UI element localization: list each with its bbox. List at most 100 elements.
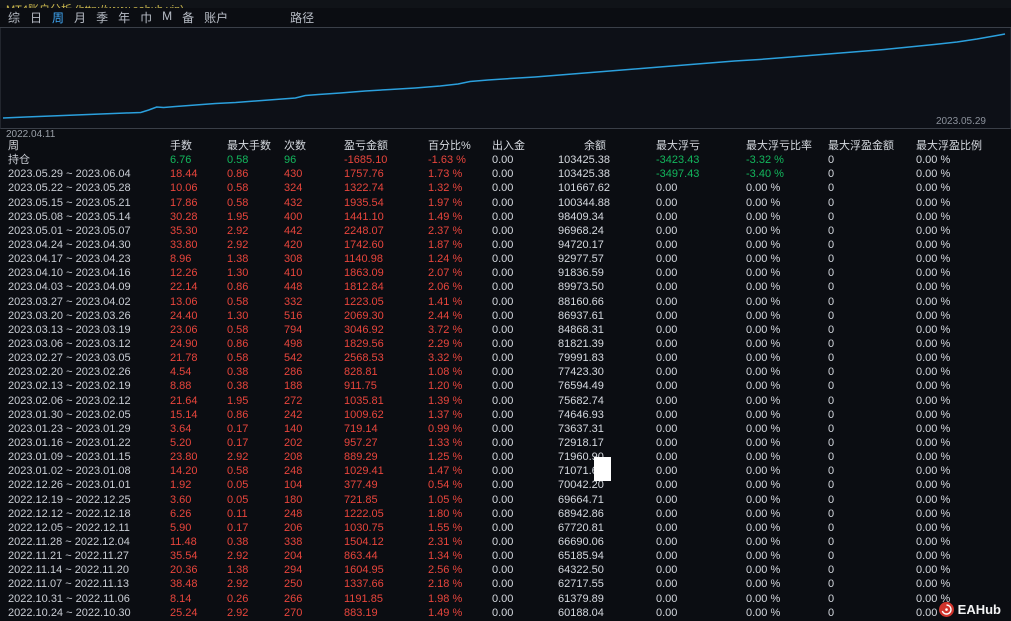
cell-lots: 25.24 (170, 606, 198, 619)
table-row[interactable]: 2023.01.16 ~ 2023.01.22 5.20 0.17 202 957.27… (0, 436, 1011, 450)
menu-item-path[interactable]: 路径 (290, 9, 314, 26)
cell-percent: 0.99 % (428, 422, 463, 435)
table-row[interactable]: 2023.03.13 ~ 2023.03.19 23.06 0.58 794 3046.… (0, 323, 1011, 337)
cell-count: 324 (284, 182, 303, 195)
cell-period: 2023.01.02 ~ 2023.01.08 (8, 465, 131, 478)
menu-tab-10[interactable]: 账户 (204, 9, 228, 26)
menu-tab-3[interactable]: 周 (52, 9, 64, 26)
cell-float_loss: 0.00 (656, 337, 678, 350)
table-row[interactable]: 2023.05.29 ~ 2023.06.04 18.44 0.86 430 1757.… (0, 167, 1011, 181)
cell-count: 294 (284, 564, 303, 577)
cell-max_lots: 1.30 (227, 309, 249, 322)
table-row[interactable]: 2023.02.13 ~ 2023.02.19 8.88 0.38 188 911.75… (0, 379, 1011, 393)
cell-float_loss_pct: 0.00 % (746, 238, 781, 251)
cell-float_profit: 0 (828, 352, 835, 365)
column-header-balance: 余额 (584, 140, 606, 152)
cell-percent: 1.98 % (428, 592, 463, 605)
table-row[interactable]: 2023.01.02 ~ 2023.01.08 14.20 0.58 248 1029.… (0, 464, 1011, 478)
table-row[interactable]: 2023.03.20 ~ 2023.03.26 24.40 1.30 516 2069.… (0, 309, 1011, 323)
table-row[interactable]: 2023.02.27 ~ 2023.03.05 21.78 0.58 542 2568.… (0, 351, 1011, 365)
cell-float_loss_pct: 0.00 % (746, 479, 781, 492)
column-header-float_profit_pct: 最大浮盈比例 (916, 140, 982, 152)
table-row[interactable]: 2023.01.09 ~ 2023.01.15 23.80 2.92 208 889.2… (0, 450, 1011, 464)
cell-count: 202 (284, 436, 303, 449)
table-row[interactable]: 2022.12.12 ~ 2022.12.18 6.26 0.11 248 1222.0… (0, 507, 1011, 521)
menu-tab-6[interactable]: 年 (118, 9, 130, 26)
cell-count: 286 (284, 366, 303, 379)
cell-profit: 719.14 (344, 422, 378, 435)
cell-max_lots: 0.38 (227, 380, 249, 393)
cell-float_loss_pct: 0.00 % (746, 182, 781, 195)
holding-row[interactable]: 持仓 6.76 0.58 96 -1685.10 -1.63 % 0.00 103425.38… (0, 153, 1011, 167)
table-row[interactable]: 2022.10.31 ~ 2022.11.06 8.14 0.26 266 1191.8… (0, 592, 1011, 606)
cell-max_lots: 1.95 (227, 210, 249, 223)
cell-float_profit: 0 (828, 196, 835, 209)
menu-tab-8[interactable]: M (162, 9, 172, 26)
cell-float_profit_pct: 0.00 % (916, 366, 951, 379)
table-row[interactable]: 2023.04.17 ~ 2023.04.23 8.96 1.38 308 1140.9… (0, 252, 1011, 266)
cell-float_loss_pct: 0.00 % (746, 521, 781, 534)
cell-percent: 2.56 % (428, 564, 463, 577)
menu-tab-2[interactable]: 日 (30, 9, 42, 26)
cell-float_loss: 0.00 (656, 422, 678, 435)
cell-lots: 35.54 (170, 550, 198, 563)
cell-float_profit: 0 (828, 436, 835, 449)
cell-deposit: 0.00 (492, 196, 514, 209)
table-row[interactable]: 2023.04.10 ~ 2023.04.16 12.26 1.30 410 1863.… (0, 266, 1011, 280)
table-row[interactable]: 2023.04.24 ~ 2023.04.30 33.80 2.92 420 1742.… (0, 238, 1011, 252)
cell-profit: 911.75 (344, 380, 377, 393)
cell-float_loss_pct: 0.00 % (746, 592, 781, 605)
cell-period: 2023.03.27 ~ 2023.04.02 (8, 295, 131, 308)
cell-percent: 3.72 % (428, 323, 463, 336)
cell-float_profit: 0 (828, 578, 835, 591)
menu-tab-1[interactable]: 综 (8, 9, 20, 26)
cell-period: 2022.11.14 ~ 2022.11.20 (8, 564, 130, 577)
table-row[interactable]: 2023.05.15 ~ 2023.05.21 17.86 0.58 432 1935.… (0, 196, 1011, 210)
equity-chart-canvas (1, 28, 1010, 128)
table-row[interactable]: 2023.02.20 ~ 2023.02.26 4.54 0.38 286 828.81… (0, 365, 1011, 379)
column-header-deposit: 出入金 (492, 140, 525, 152)
table-row[interactable]: 2023.05.22 ~ 2023.05.28 10.06 0.58 324 1322.… (0, 181, 1011, 195)
menu-tab-4[interactable]: 月 (74, 9, 86, 26)
cell-float_profit_pct: 0.00 % (916, 154, 951, 167)
menu-tab-5[interactable]: 季 (96, 9, 108, 26)
cell-float_profit_pct: 0.00 % (916, 281, 951, 294)
cell-profit: 2069.30 (344, 309, 384, 322)
table-row[interactable]: 2023.01.30 ~ 2023.02.05 15.14 0.86 242 1009.… (0, 408, 1011, 422)
column-header-float_loss_pct: 最大浮亏比率 (746, 140, 812, 152)
table-row[interactable]: 2022.12.19 ~ 2022.12.25 3.60 0.05 180 721.85… (0, 493, 1011, 507)
table-row[interactable]: 2022.10.24 ~ 2022.10.30 25.24 2.92 270 883.1… (0, 606, 1011, 620)
table-row[interactable]: 2022.11.14 ~ 2022.11.20 20.36 1.38 294 1604.… (0, 563, 1011, 577)
cell-lots: 22.14 (170, 281, 198, 294)
cell-period: 2023.01.23 ~ 2023.01.29 (8, 422, 131, 435)
cell-max_lots: 0.05 (227, 493, 249, 506)
cell-float_loss: 0.00 (656, 238, 678, 251)
table-row[interactable]: 2023.03.27 ~ 2023.04.02 13.06 0.58 332 1223.… (0, 295, 1011, 309)
table-row[interactable]: 2022.12.05 ~ 2022.12.11 5.90 0.17 206 1030.7… (0, 521, 1011, 535)
menu-tab-9[interactable]: 备 (182, 9, 194, 26)
table-row[interactable]: 2023.01.23 ~ 2023.01.29 3.64 0.17 140 719.14… (0, 422, 1011, 436)
table-row[interactable]: 2023.02.06 ~ 2023.02.12 21.64 1.95 272 1035.… (0, 394, 1011, 408)
cell-deposit: 0.00 (492, 451, 514, 464)
cell-max_lots: 0.38 (227, 366, 249, 379)
menu-tab-7[interactable]: 巾 (140, 9, 152, 26)
cell-count: 204 (284, 550, 303, 563)
table-row[interactable]: 2022.11.28 ~ 2022.12.04 11.48 0.38 338 1504.… (0, 535, 1011, 549)
table-row[interactable]: 2023.05.08 ~ 2023.05.14 30.28 1.95 400 1441.… (0, 210, 1011, 224)
table-row[interactable]: 2023.03.06 ~ 2023.03.12 24.90 0.86 498 1829.… (0, 337, 1011, 351)
table-row[interactable]: 2022.11.21 ~ 2022.11.27 35.54 2.92 204 863.4… (0, 549, 1011, 563)
cell-count: 266 (284, 592, 303, 605)
table-row[interactable]: 2023.04.03 ~ 2023.04.09 22.14 0.86 448 1812.… (0, 280, 1011, 294)
cell-period: 2022.10.31 ~ 2022.11.06 (8, 592, 130, 605)
cell-float_loss: 0.00 (656, 253, 678, 266)
cell-max_lots: 0.17 (227, 521, 249, 534)
cell-count: 794 (284, 323, 303, 336)
cell-count: 270 (284, 606, 303, 619)
equity-chart: 2023.05.29 (0, 28, 1011, 129)
cell-profit: 1604.95 (344, 564, 384, 577)
cell-max_lots: 1.95 (227, 394, 249, 407)
table-row[interactable]: 2023.05.01 ~ 2023.05.07 35.30 2.92 442 2248.… (0, 224, 1011, 238)
cell-period: 2023.05.29 ~ 2023.06.04 (8, 168, 131, 181)
table-row[interactable]: 2022.12.26 ~ 2023.01.01 1.92 0.05 104 377.49… (0, 478, 1011, 492)
table-row[interactable]: 2022.11.07 ~ 2022.11.13 38.48 2.92 250 1337.… (0, 577, 1011, 591)
